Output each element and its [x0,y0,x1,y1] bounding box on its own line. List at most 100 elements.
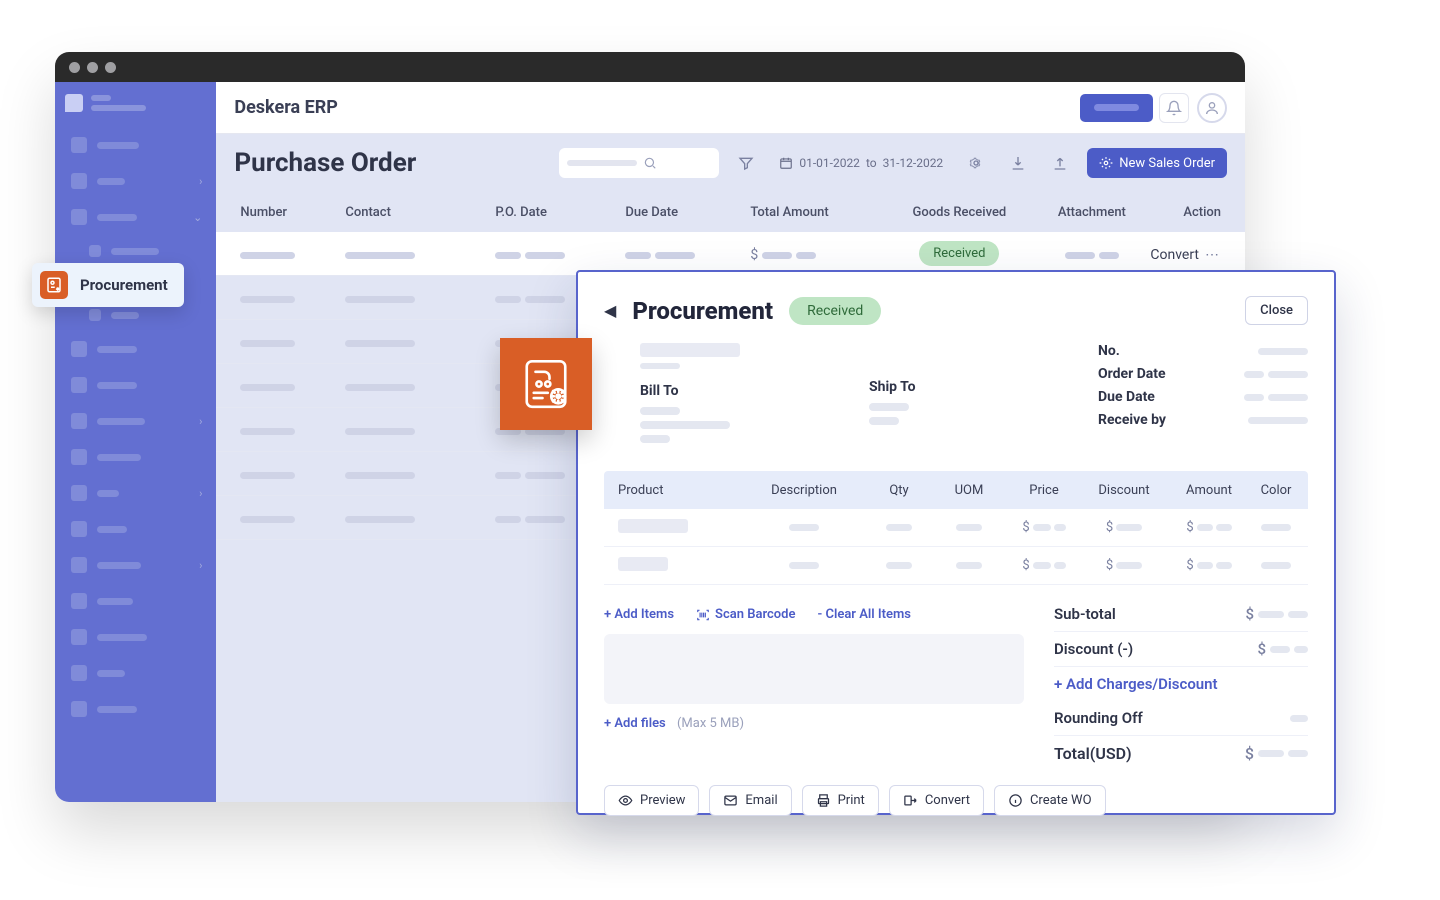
info-icon [1008,793,1023,808]
item-row[interactable]: $ $ $ [604,547,1308,585]
panel-status-badge: Received [789,297,881,325]
procurement-icon [40,271,68,299]
close-button[interactable]: Close [1245,296,1308,325]
procurement-label: Procurement [80,276,168,294]
gear-icon[interactable] [961,148,991,178]
ih-qty: Qty [864,483,934,498]
date-to: 31-12-2022 [883,156,944,170]
filter-icon[interactable] [731,148,761,178]
chevron-right-icon: › [199,415,202,428]
sidebar-item[interactable] [65,370,206,400]
print-button[interactable]: Print [802,785,879,816]
table-header-row: Number Contact P.O. Date Due Date Total … [216,192,1245,232]
brand[interactable] [65,94,206,112]
ih-amount: Amount [1164,483,1254,498]
summary-section: Sub-total$ Discount (-)$ + Add Charges/D… [1054,597,1308,771]
sidebar-item[interactable] [65,586,206,616]
billto-section: Bill To [640,343,839,449]
sidebar-item[interactable]: ⌄ [65,202,206,232]
app-title: Deskera ERP [234,97,338,118]
arrow-export-icon [903,793,918,808]
sidebar-item[interactable] [65,514,206,544]
th-due[interactable]: Due Date [619,205,744,220]
meta-no-label: No. [1098,343,1188,359]
sidebar-item[interactable] [65,658,206,688]
date-range[interactable]: 01-01-2022 to 31-12-2022 [773,148,949,178]
topbar-primary-button[interactable] [1080,94,1153,122]
sidebar-item[interactable] [65,694,206,724]
sum-subtotal-label: Sub-total [1054,605,1245,623]
procurement-large-icon [500,338,592,430]
printer-icon [816,793,831,808]
search-icon [643,156,657,170]
ih-discount: Discount [1084,483,1164,498]
add-files-hint: (Max 5 MB) [677,716,744,731]
add-items-button[interactable]: + Add Items [604,607,674,622]
sidebar-item[interactable]: › [65,550,206,580]
add-charges-button[interactable]: + Add Charges/Discount [1054,675,1308,693]
meta-duedate-label: Due Date [1098,389,1188,405]
billto-label: Bill To [640,383,839,399]
scan-barcode-button[interactable]: Scan Barcode [696,607,795,622]
page-title: Purchase Order [234,148,416,178]
procurement-panel: ◀ Procurement Received Close Bill To Shi… [576,270,1336,815]
preview-button[interactable]: Preview [604,785,699,816]
window-close-dot[interactable] [69,62,80,73]
create-wo-button[interactable]: Create WO [994,785,1106,816]
sidebar-item-procurement[interactable]: Procurement [32,263,184,307]
new-sales-order-button[interactable]: New Sales Order [1087,148,1227,178]
currency-symbol: $ [750,247,758,263]
th-podate[interactable]: P.O. Date [489,205,619,220]
items-table: Product Description Qty UOM Price Discou… [604,471,1308,585]
ih-product: Product [604,483,744,498]
th-action[interactable]: Action [1144,205,1227,220]
th-attachment[interactable]: Attachment [1039,205,1144,220]
barcode-icon [696,608,710,622]
back-caret-icon[interactable]: ◀ [604,301,616,320]
eye-icon [618,793,633,808]
sidebar-item[interactable] [65,334,206,364]
sidebar: › ⌄ › › › [55,82,216,802]
item-row[interactable]: $ $ $ [604,509,1308,547]
search-input[interactable] [559,148,719,178]
status-badge: Received [919,241,999,266]
window-min-dot[interactable] [87,62,98,73]
sidebar-item[interactable]: › [65,166,206,196]
chevron-right-icon: › [199,487,202,500]
plus-gear-icon [1099,156,1113,170]
notes-textarea[interactable] [604,634,1024,704]
download-icon[interactable] [1003,148,1033,178]
th-total[interactable]: Total Amount [744,205,879,220]
topbar: Deskera ERP [216,82,1245,134]
mail-icon [723,793,738,808]
th-number[interactable]: Number [234,205,339,220]
add-files-button[interactable]: + Add files [604,716,666,731]
meta-section: No. Order Date Due Date Receive by [1098,343,1308,449]
convert-button[interactable]: Convert [889,785,984,816]
ih-uom: UOM [934,483,1004,498]
user-avatar[interactable] [1197,93,1227,123]
convert-button[interactable]: Convert ⋯ [1150,247,1221,263]
sidebar-item[interactable] [65,622,206,652]
panel-title: Procurement [632,297,773,325]
sum-discount-label: Discount (-) [1054,640,1257,658]
meta-receiveby-label: Receive by [1098,412,1188,428]
clear-all-button[interactable]: - Clear All Items [817,607,911,622]
window-titlebar [55,52,1245,82]
window-max-dot[interactable] [105,62,116,73]
shipto-section: Ship To [869,343,1068,449]
more-icon[interactable]: ⋯ [1205,247,1221,263]
sidebar-item[interactable]: › [65,406,206,436]
page-header: Purchase Order 01-01-2022 to 31-12-2022 [216,134,1245,192]
shipto-label: Ship To [869,379,1068,395]
bell-icon[interactable] [1159,93,1189,123]
export-icon[interactable] [1045,148,1075,178]
sidebar-item[interactable]: › [65,478,206,508]
email-button[interactable]: Email [709,785,791,816]
sidebar-subitem[interactable] [65,238,206,264]
sidebar-item[interactable] [65,442,206,472]
th-goods[interactable]: Goods Received [879,205,1039,220]
sidebar-item[interactable] [65,130,206,160]
sum-rounding-label: Rounding Off [1054,709,1290,727]
th-contact[interactable]: Contact [339,205,489,220]
